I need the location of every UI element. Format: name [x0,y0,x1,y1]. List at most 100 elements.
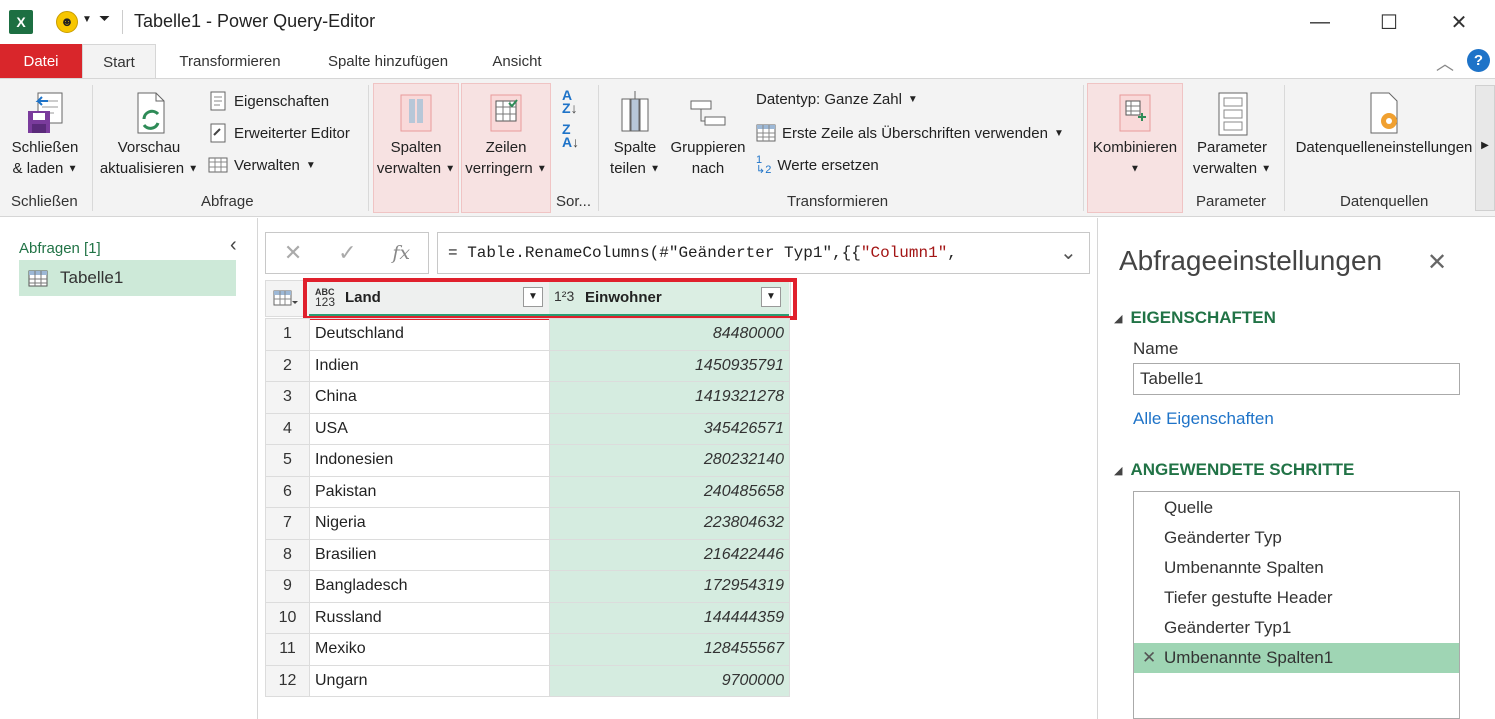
cell-land[interactable]: Mexiko [309,633,550,666]
table-row[interactable]: 7 Nigeria 223804632 [265,507,790,540]
row-number[interactable]: 2 [265,349,310,382]
minimize-button[interactable]: — [1297,0,1343,44]
tab-datei[interactable]: Datei [0,44,82,79]
fx-icon[interactable]: fx [392,242,410,264]
row-number[interactable]: 7 [265,507,310,540]
split-column-button[interactable]: Spalte teilen ▼ [604,91,666,180]
cell-land[interactable]: USA [309,412,550,445]
tab-spalte-hinzufuegen[interactable]: Spalte hinzufügen [314,44,462,79]
cell-einwohner[interactable]: 216422446 [549,538,790,571]
combine-button[interactable]: Kombinieren ▼ [1087,91,1183,180]
row-number[interactable]: 1 [265,318,310,351]
replace-values-button[interactable]: 1 ↳2 Werte ersetzen [756,155,879,176]
cell-land[interactable]: Indonesien [309,444,550,477]
close-load-button[interactable]: Schließen & laden ▼ [6,91,84,180]
row-number[interactable]: 4 [265,412,310,445]
query-name-input[interactable] [1133,363,1460,395]
table-row[interactable]: 2 Indien 1450935791 [265,349,790,382]
cell-land[interactable]: Nigeria [309,507,550,540]
smiley-dropdown-icon[interactable]: ▼ [82,14,92,25]
cell-land[interactable]: Deutschland [309,318,550,351]
cell-einwohner[interactable]: 280232140 [549,444,790,477]
query-item-tabelle1[interactable]: Tabelle1 [19,260,236,296]
reduce-rows-button[interactable]: Zeilen verringern ▼ [461,91,551,180]
cell-land[interactable]: Indien [309,349,550,382]
row-number[interactable]: 11 [265,633,310,666]
table-row[interactable]: 12 Ungarn 9700000 [265,664,790,697]
table-row[interactable]: 8 Brasilien 216422446 [265,538,790,571]
table-row[interactable]: 4 USA 345426571 [265,412,790,445]
quick-access-customize-icon[interactable]: ⏷ [99,10,110,27]
cell-einwohner[interactable]: 84480000 [549,318,790,351]
table-menu-icon[interactable] [273,289,299,309]
cell-land[interactable]: Russland [309,601,550,634]
data-type-dropdown[interactable]: Datentyp: Ganze Zahl ▼ [756,91,918,108]
cell-land[interactable]: Ungarn [309,664,550,697]
cell-einwohner[interactable]: 1419321278 [549,381,790,414]
formula-input[interactable]: = Table.RenameColumns(#"Geänderter Typ1"… [437,232,1090,274]
applied-step[interactable]: Geänderter Typ1 [1134,613,1459,643]
row-number[interactable]: 12 [265,664,310,697]
table-row[interactable]: 9 Bangladesch 172954319 [265,570,790,603]
row-number[interactable]: 6 [265,475,310,508]
applied-step[interactable]: Geänderter Typ [1134,523,1459,553]
table-row[interactable]: 3 China 1419321278 [265,381,790,414]
cancel-formula-icon[interactable]: ✕ [284,240,302,266]
row-number[interactable]: 8 [265,538,310,571]
manage-button[interactable]: Verwalten ▼ [208,155,316,175]
collapse-ribbon-icon[interactable]: ︿ [1436,50,1454,76]
maximize-button[interactable]: ☐ [1366,0,1412,44]
collapse-queries-icon[interactable]: ‹ [230,234,237,257]
sort-ascending-icon[interactable]: A Z↓ [562,88,578,115]
ribbon-scroll-right-icon[interactable]: ▶ [1475,85,1495,211]
sort-descending-icon[interactable]: Z A↓ [562,122,579,149]
confirm-formula-icon[interactable]: ✓ [338,240,356,266]
table-row[interactable]: 1 Deutschland 84480000 [265,318,790,351]
table-row[interactable]: 11 Mexiko 128455567 [265,633,790,666]
row-number[interactable]: 5 [265,444,310,477]
tab-ansicht[interactable]: Ansicht [480,44,554,79]
manage-columns-button[interactable]: Spalten verwalten ▼ [373,91,459,180]
close-settings-icon[interactable]: ✕ [1427,248,1447,277]
cell-einwohner[interactable]: 223804632 [549,507,790,540]
cell-einwohner[interactable]: 1450935791 [549,349,790,382]
applied-step[interactable]: Quelle [1134,493,1459,523]
cell-land[interactable]: Brasilien [309,538,550,571]
close-window-button[interactable]: ✕ [1436,0,1482,44]
cell-einwohner[interactable]: 128455567 [549,633,790,666]
cell-einwohner[interactable]: 9700000 [549,664,790,697]
excel-icon[interactable]: X [9,10,33,34]
table-row[interactable]: 10 Russland 144444359 [265,601,790,634]
cell-einwohner[interactable]: 345426571 [549,412,790,445]
first-row-headers-button[interactable]: Erste Zeile als Überschriften verwenden ▼ [756,123,1064,143]
row-number[interactable]: 10 [265,601,310,634]
row-number[interactable]: 3 [265,381,310,414]
refresh-preview-button[interactable]: Vorschau aktualisieren ▼ [96,91,202,180]
delete-step-icon[interactable]: ✕ [1142,643,1156,673]
cell-land[interactable]: Bangladesch [309,570,550,603]
advanced-editor-button[interactable]: Erweiterter Editor [208,123,350,143]
properties-button[interactable]: Eigenschaften [208,91,329,111]
row-number[interactable]: 9 [265,570,310,603]
applied-step[interactable]: Umbenannte Spalten [1134,553,1459,583]
group-by-button[interactable]: Gruppieren nach [668,91,748,179]
cell-land[interactable]: Pakistan [309,475,550,508]
cell-einwohner[interactable]: 240485658 [549,475,790,508]
applied-step[interactable]: ✕ Umbenannte Spalten1 [1134,643,1459,673]
manage-parameters-button[interactable]: Parameter verwalten ▼ [1188,91,1276,180]
cell-einwohner[interactable]: 172954319 [549,570,790,603]
expand-formula-icon[interactable]: ⌄ [1060,240,1077,265]
tab-start[interactable]: Start [82,44,156,79]
table-row[interactable]: 5 Indonesien 280232140 [265,444,790,477]
applied-steps-section[interactable]: ◢ ANGEWENDETE SCHRITTE [1114,460,1354,480]
properties-section[interactable]: ◢ EIGENSCHAFTEN [1114,308,1276,328]
cell-einwohner[interactable]: 144444359 [549,601,790,634]
tab-transformieren[interactable]: Transformieren [165,44,295,79]
applied-step[interactable]: Tiefer gestufte Header [1134,583,1459,613]
table-row[interactable]: 6 Pakistan 240485658 [265,475,790,508]
smiley-icon[interactable]: ☻ [56,11,78,33]
all-properties-link[interactable]: Alle Eigenschaften [1133,409,1274,429]
help-icon[interactable]: ? [1467,49,1490,72]
datasource-settings-button[interactable]: Datenquelleneinstellungen [1292,91,1476,158]
cell-land[interactable]: China [309,381,550,414]
